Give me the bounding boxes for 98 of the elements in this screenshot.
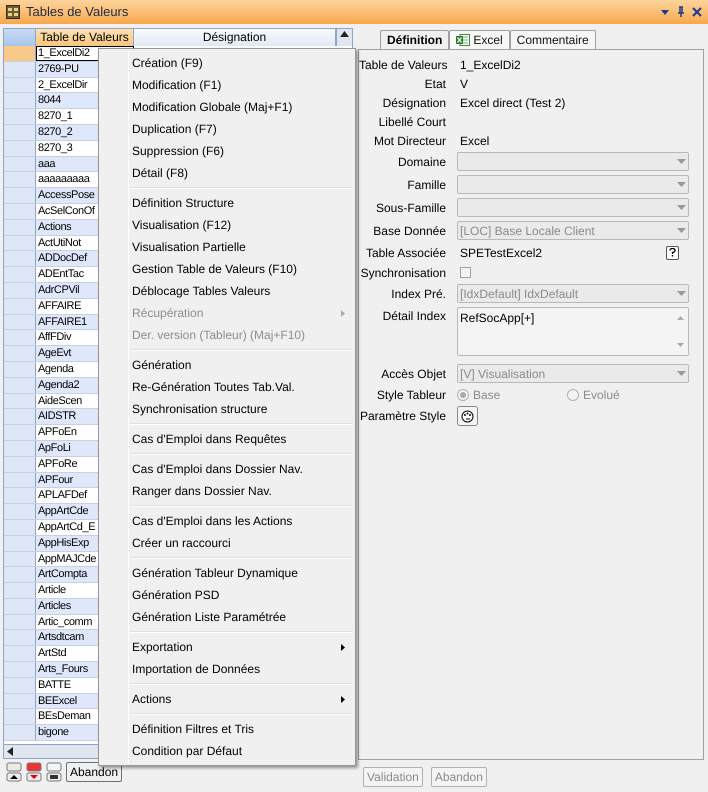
- tab[interactable]: Excel: [449, 30, 510, 49]
- row-header[interactable]: [4, 456, 36, 472]
- row-header[interactable]: [4, 425, 36, 440]
- tab[interactable]: Commentaire: [510, 30, 596, 49]
- row-header[interactable]: [4, 678, 36, 693]
- submenu-arrow-icon: [341, 644, 345, 650]
- row-header[interactable]: [4, 646, 36, 662]
- row-header[interactable]: [4, 282, 36, 298]
- field-label: Index Pré.: [390, 286, 446, 302]
- field-value: V: [460, 76, 468, 92]
- field-label: Etat: [424, 76, 446, 92]
- field-label: Synchronisation: [360, 264, 446, 282]
- row-header[interactable]: [4, 488, 36, 504]
- row-header[interactable]: [4, 220, 36, 235]
- field-value: SPETestExcel2: [460, 244, 542, 262]
- row-header[interactable]: [4, 520, 36, 535]
- row-header[interactable]: [4, 156, 36, 172]
- field-label: Détail Index: [382, 308, 446, 325]
- palette-button[interactable]: [457, 406, 478, 426]
- row-header[interactable]: [4, 614, 36, 630]
- row-header[interactable]: [4, 330, 36, 346]
- field-label: Famille: [406, 176, 446, 194]
- spreadsheet-icon: [456, 34, 470, 46]
- row-header[interactable]: [4, 46, 36, 61]
- row-header[interactable]: [4, 298, 36, 314]
- row-header[interactable]: [4, 709, 36, 724]
- field-label: Style Tableur: [376, 387, 446, 404]
- field-value: Excel: [460, 132, 490, 150]
- radio-button[interactable]: [567, 389, 579, 401]
- tab-label: Définition: [387, 32, 442, 49]
- nav-middle-icon[interactable]: [46, 762, 62, 782]
- tab-label: Excel: [473, 32, 503, 49]
- row-header[interactable]: [4, 62, 36, 77]
- window-title: Tables de Valeurs: [26, 3, 128, 22]
- row-header[interactable]: [4, 204, 36, 219]
- menu-item[interactable]: Condition par Défaut: [99, 740, 355, 762]
- row-header[interactable]: [4, 236, 36, 250]
- row-header[interactable]: [4, 378, 36, 393]
- row-header[interactable]: [4, 78, 36, 92]
- row-header[interactable]: [4, 362, 36, 377]
- nav-down-icon[interactable]: [26, 762, 42, 782]
- row-header[interactable]: [4, 409, 36, 424]
- radio-button[interactable]: [457, 389, 469, 401]
- field-value: Excel direct (Test 2): [460, 94, 566, 112]
- field-label: Paramètre Style: [359, 408, 446, 425]
- up-arrow-icon: [340, 31, 349, 37]
- row-header[interactable]: [4, 109, 36, 124]
- close-icon[interactable]: [692, 7, 702, 17]
- scroll-up-button[interactable]: [336, 29, 352, 46]
- left-arrow-icon[interactable]: [7, 747, 13, 756]
- row-header[interactable]: [4, 314, 36, 330]
- field-label: Table Associée: [364, 244, 446, 262]
- abandon-button[interactable]: Abandon: [66, 762, 122, 782]
- column-header[interactable]: Table de Valeurs: [36, 29, 134, 46]
- submenu-arrow-icon: [341, 310, 345, 316]
- row-header[interactable]: [4, 267, 36, 282]
- column-header[interactable]: Désignation: [134, 29, 336, 46]
- row-header[interactable]: [4, 346, 36, 361]
- row-header[interactable]: [4, 694, 36, 708]
- row-header[interactable]: [4, 172, 36, 188]
- tab[interactable]: Définition: [380, 30, 450, 49]
- row-header[interactable]: [4, 440, 36, 456]
- row-header[interactable]: [4, 188, 36, 203]
- down-arrow-icon[interactable]: [676, 343, 684, 347]
- row-header[interactable]: [4, 394, 36, 408]
- row-header[interactable]: [4, 552, 36, 566]
- row-header[interactable]: [4, 725, 36, 740]
- nav-up-icon[interactable]: [6, 762, 22, 782]
- dropdown-icon[interactable]: [660, 7, 670, 17]
- row-header[interactable]: [4, 124, 36, 140]
- row-header[interactable]: [4, 251, 36, 266]
- checkbox[interactable]: [460, 267, 471, 278]
- row-header[interactable]: [4, 662, 36, 677]
- help-icon[interactable]: [666, 246, 679, 260]
- table-icon: [6, 5, 20, 19]
- field-label: Table de Valeurs: [359, 56, 446, 74]
- field-label: Libellé Court: [378, 114, 446, 130]
- tab-label: Commentaire: [516, 32, 589, 49]
- row-header[interactable]: [4, 598, 36, 614]
- field-value: 1_ExcelDi2: [460, 56, 521, 74]
- field-label: Désignation: [382, 94, 446, 112]
- pin-icon[interactable]: [676, 6, 686, 18]
- row-header[interactable]: [4, 567, 36, 582]
- up-arrow-icon[interactable]: [676, 316, 684, 320]
- field-label: Base Donnée: [372, 222, 446, 240]
- field-label: Domaine: [396, 154, 446, 170]
- field-label: Sous-Famille: [374, 200, 446, 216]
- text-area[interactable]: RefSocApp[+]: [457, 307, 689, 356]
- field-label: Accès Objet: [380, 366, 446, 382]
- field-label: Mot Directeur: [372, 132, 446, 150]
- row-header[interactable]: [4, 536, 36, 550]
- row-header[interactable]: [4, 630, 36, 646]
- row-header[interactable]: [4, 504, 36, 519]
- submenu-arrow-icon: [341, 696, 345, 702]
- row-header[interactable]: [4, 93, 36, 108]
- row-header[interactable]: [4, 583, 36, 598]
- row-header[interactable]: [4, 140, 36, 156]
- row-header[interactable]: [4, 472, 36, 488]
